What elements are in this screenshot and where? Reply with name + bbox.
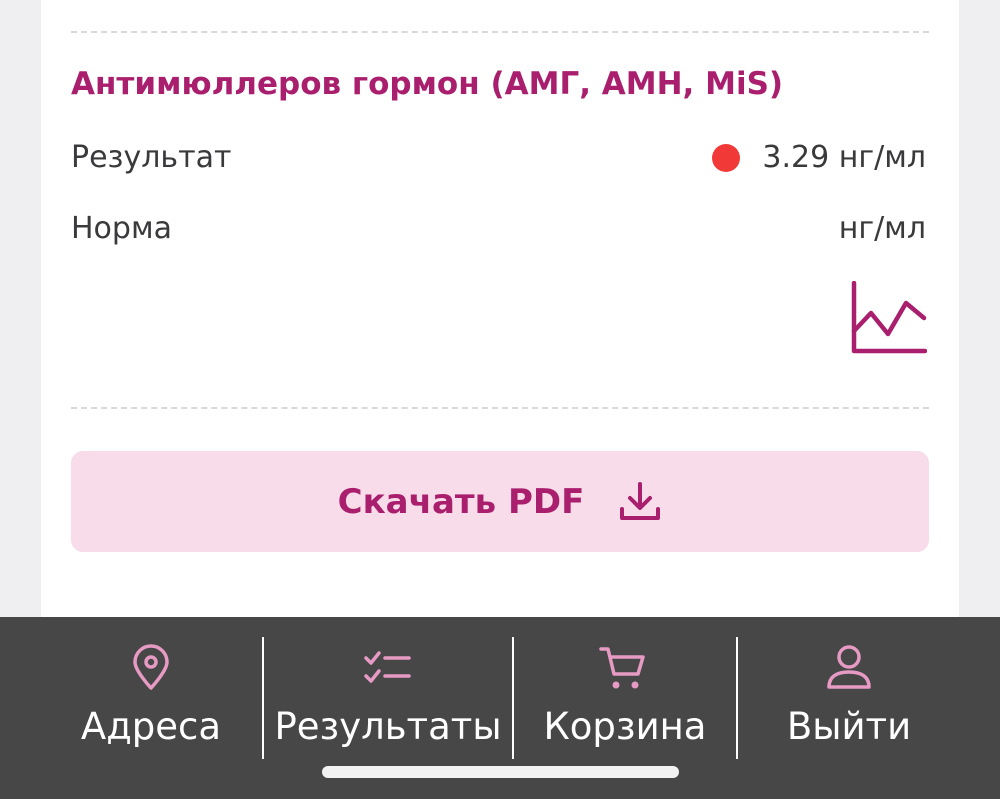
test-title: Антимюллеров гормон (АМГ, AMH, MiS) <box>71 66 784 102</box>
download-pdf-label: Скачать PDF <box>337 481 585 522</box>
user-icon <box>827 645 871 689</box>
result-value: 3.29 нг/мл <box>762 140 926 175</box>
norm-label: Норма <box>71 211 172 246</box>
norm-value-group: нг/мл <box>839 211 926 246</box>
top-divider <box>71 31 929 33</box>
tab-cart[interactable]: Корзина <box>514 617 736 767</box>
bottom-divider <box>71 407 929 409</box>
norm-value: нг/мл <box>838 211 926 246</box>
status-indicator-dot <box>712 143 741 172</box>
cart-icon <box>599 647 645 689</box>
tab-label-logout: Выйти <box>786 705 912 748</box>
tab-label-addresses: Адреса <box>80 705 222 748</box>
tab-label-results: Результаты <box>274 705 502 748</box>
line-chart-icon[interactable] <box>849 281 927 355</box>
location-pin-icon <box>133 644 169 690</box>
result-value-group: 3.29 нг/мл <box>712 140 926 175</box>
checklist-icon <box>364 651 411 683</box>
result-label: Результат <box>71 140 232 175</box>
tab-logout[interactable]: Выйти <box>738 617 960 767</box>
tab-label-cart: Корзина <box>543 705 707 748</box>
download-icon <box>620 481 661 520</box>
home-indicator[interactable] <box>322 766 679 778</box>
tab-addresses[interactable]: Адреса <box>40 617 262 767</box>
download-pdf-button[interactable]: Скачать PDF <box>71 451 929 552</box>
tab-results[interactable]: Результаты <box>264 617 512 767</box>
